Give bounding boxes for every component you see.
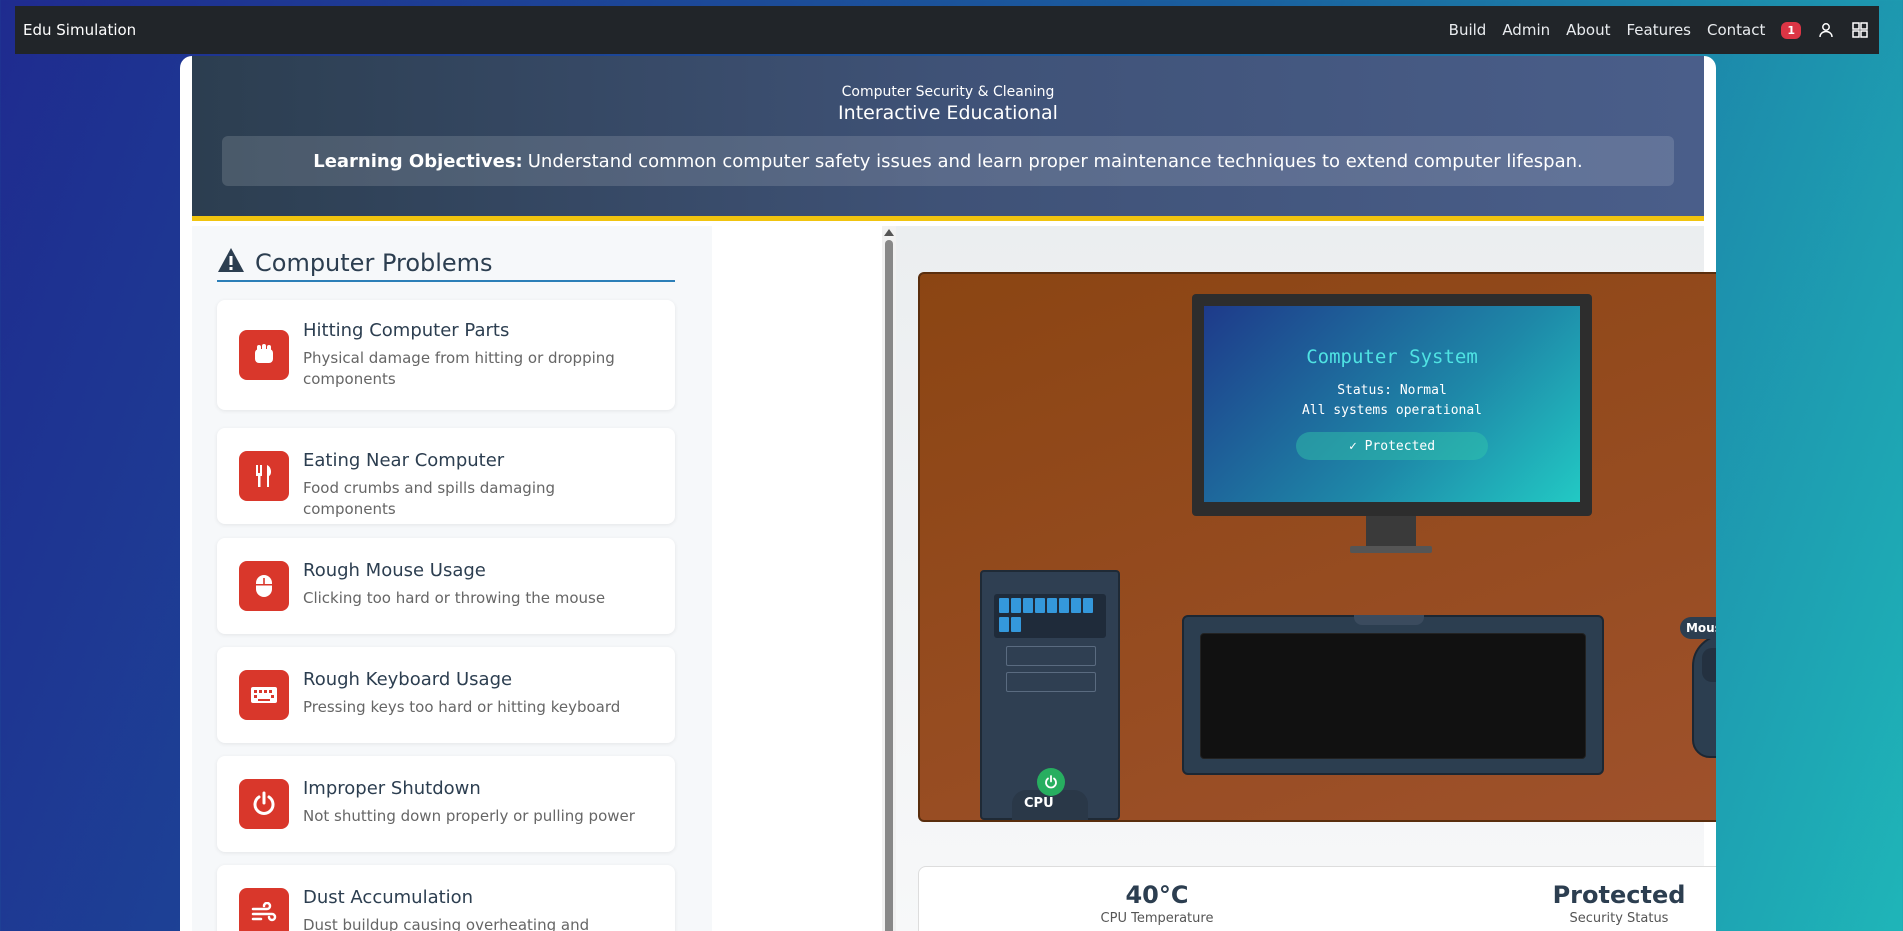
power-icon	[239, 779, 289, 829]
utensils-icon	[239, 451, 289, 501]
screen-status: Status: Normal	[1337, 383, 1447, 398]
keyboard[interactable]	[1182, 615, 1604, 775]
problem-desc: Not shutting down properly or pulling po…	[303, 807, 635, 825]
user-icon[interactable]	[1817, 21, 1835, 39]
problem-card-eating[interactable]: Eating Near Computer Food crumbs and spi…	[217, 428, 675, 524]
security-value: Protected	[1552, 881, 1686, 909]
simulation-area: Computer System Status: Normal All syste…	[896, 226, 1716, 931]
problem-card-keyboard[interactable]: Rough Keyboard Usage Pressing keys too h…	[217, 647, 675, 743]
drive-bay	[1006, 646, 1096, 666]
problem-card-shutdown[interactable]: Improper Shutdown Not shutting down prop…	[217, 756, 675, 852]
scroll-up-arrow-icon[interactable]	[884, 229, 894, 236]
panel-title-text: Computer Problems	[255, 249, 493, 277]
hero-subtitle: Computer Security & Cleaning	[841, 84, 1055, 100]
problem-desc: Pressing keys too hard or hitting keyboa…	[303, 698, 621, 716]
problem-desc: Food crumbs and spills damaging componen…	[303, 479, 556, 518]
brand-link[interactable]: Edu Simulation	[23, 21, 136, 39]
notification-badge[interactable]: 1	[1781, 21, 1801, 39]
hero-title: Interactive Educational	[838, 102, 1058, 124]
fist-icon	[239, 330, 289, 380]
problems-panel-title: Computer Problems	[217, 246, 675, 282]
keyboard-label-tab	[1354, 615, 1424, 625]
monitor[interactable]: Computer System Status: Normal All syste…	[1192, 294, 1592, 516]
nav-link-contact[interactable]: Contact	[1707, 21, 1765, 39]
wind-icon	[239, 888, 289, 931]
problem-title: Rough Mouse Usage	[303, 560, 486, 581]
status-stats: 40°C CPU Temperature Protected Security …	[918, 866, 1716, 931]
problem-desc: Physical damage from hitting or dropping…	[303, 349, 615, 388]
apps-grid-icon[interactable]	[1851, 21, 1869, 39]
security-stat: Protected Security Status	[1469, 881, 1716, 926]
problem-title: Eating Near Computer	[303, 450, 505, 471]
mouse-top	[1702, 648, 1716, 682]
nav-link-build[interactable]: Build	[1449, 21, 1487, 39]
monitor-stand-base	[1350, 546, 1432, 553]
power-button-icon[interactable]	[1037, 768, 1065, 796]
screen-protected-badge: ✓ Protected	[1296, 432, 1488, 460]
problem-desc: Dust buildup causing overheating and dam…	[303, 916, 590, 931]
learning-objectives: Learning Objectives: Understand common c…	[222, 136, 1674, 186]
problem-desc: Clicking too hard or throwing the mouse	[303, 589, 606, 607]
nav-link-about[interactable]: About	[1566, 21, 1610, 39]
cpu-tower[interactable]: CPU	[980, 570, 1120, 820]
problem-card-dust[interactable]: Dust Accumulation Dust buildup causing o…	[217, 865, 675, 931]
monitor-stand	[1366, 516, 1416, 546]
problem-title: Rough Keyboard Usage	[303, 669, 513, 690]
objectives-text: Understand common computer safety issues…	[527, 150, 1583, 172]
hero-header: Computer Security & Cleaning Interactive…	[192, 56, 1704, 221]
monitor-screen: Computer System Status: Normal All syste…	[1204, 306, 1580, 502]
mouse[interactable]	[1692, 634, 1716, 758]
main-card: Computer Security & Cleaning Interactive…	[180, 56, 1716, 931]
cpu-temp-value: 40°C	[1125, 881, 1189, 909]
drive-bay	[1006, 672, 1096, 692]
screen-title: Computer System	[1306, 346, 1478, 368]
nav-link-features[interactable]: Features	[1626, 21, 1691, 39]
keyboard-icon	[239, 670, 289, 720]
mouse-icon	[239, 561, 289, 611]
problems-scrollbar[interactable]	[882, 226, 896, 931]
cpu-temp-label: CPU Temperature	[1100, 911, 1214, 926]
scroll-thumb[interactable]	[885, 240, 893, 931]
problem-card-hitting[interactable]: Hitting Computer Parts Physical damage f…	[217, 300, 675, 410]
keyboard-keys-area	[1200, 633, 1586, 759]
problem-card-mouse[interactable]: Rough Mouse Usage Clicking too hard or t…	[217, 538, 675, 634]
mouse-label: Mouse	[1680, 617, 1716, 639]
objectives-label: Learning Objectives:	[313, 150, 523, 172]
problems-panel: Computer Problems Hitting Computer Parts…	[192, 226, 712, 931]
warning-icon	[217, 247, 245, 279]
security-label: Security Status	[1569, 911, 1669, 926]
tower-led-panel	[994, 594, 1106, 638]
nav-link-admin[interactable]: Admin	[1502, 21, 1550, 39]
nav-links: Build Admin About Features Contact 1	[1449, 21, 1869, 39]
problem-title: Dust Accumulation	[303, 887, 474, 908]
problem-title: Hitting Computer Parts	[303, 320, 510, 341]
desk: Computer System Status: Normal All syste…	[918, 272, 1716, 822]
cpu-temp-stat: 40°C CPU Temperature	[1007, 881, 1307, 926]
problem-title: Improper Shutdown	[303, 778, 481, 799]
screen-message: All systems operational	[1301, 403, 1482, 418]
top-navbar: Edu Simulation Build Admin About Feature…	[15, 6, 1879, 54]
